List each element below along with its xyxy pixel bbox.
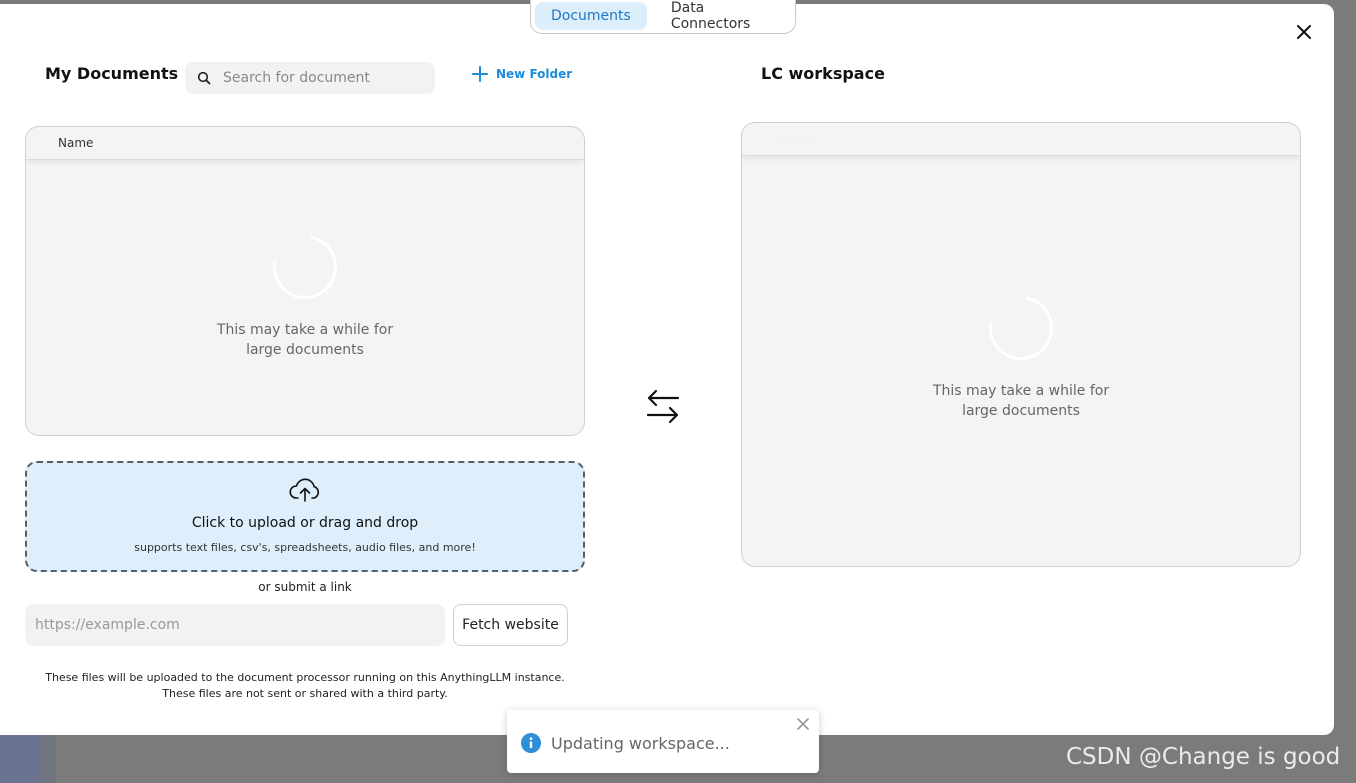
new-folder-button[interactable]: New Folder <box>472 66 572 82</box>
loading-spinner <box>260 222 350 312</box>
document-manager-modal: Documents Data Connectors My Documents S… <box>0 0 1334 735</box>
fetch-website-button[interactable]: Fetch website <box>453 604 568 646</box>
search-placeholder: Search for document <box>223 70 370 86</box>
backdrop-sidebar-item <box>0 735 40 783</box>
tab-bar: Documents Data Connectors <box>530 0 796 34</box>
loading-spinner <box>976 283 1066 373</box>
column-name-header: Name <box>58 136 94 150</box>
or-submit-link-label: or submit a link <box>258 580 352 594</box>
upload-disclaimer: These files will be uploaded to the docu… <box>45 671 565 700</box>
tab-documents[interactable]: Documents <box>535 1 647 30</box>
tab-data-connectors[interactable]: Data Connectors <box>655 0 791 32</box>
upload-sub-text: supports text files, csv's, spreadsheets… <box>134 541 476 554</box>
backdrop-sidebar <box>0 735 56 783</box>
my-documents-table-header: Name <box>26 127 584 160</box>
toast-close-icon[interactable] <box>797 718 809 730</box>
file-upload-dropzone[interactable]: Click to upload or drag and drop support… <box>25 461 585 572</box>
upload-main-text: Click to upload or drag and drop <box>191 515 419 531</box>
toast-message: Updating workspace... <box>551 734 730 753</box>
url-placeholder: https://example.com <box>35 617 180 633</box>
plus-icon <box>472 66 488 82</box>
website-url-input[interactable]: https://example.com <box>25 604 445 646</box>
workspace-title: LC workspace <box>761 64 885 83</box>
info-icon <box>521 733 541 753</box>
document-search-input[interactable]: Search for document <box>185 62 435 94</box>
loading-message: This may take a while for large document… <box>932 383 1110 419</box>
my-documents-title: My Documents <box>45 64 179 83</box>
my-documents-panel: Name This may take a while for large doc… <box>25 126 585 436</box>
cloud-upload-icon <box>289 478 320 502</box>
swap-arrows-icon[interactable] <box>646 389 680 425</box>
close-icon <box>1297 25 1311 39</box>
toast-notification: Updating workspace... <box>507 710 819 773</box>
workspace-table-header: Name <box>742 123 1300 156</box>
loading-message: This may take a while for large document… <box>216 322 394 358</box>
workspace-documents-panel: Name This may take a while for large doc… <box>741 122 1301 567</box>
watermark: CSDN @Change is good <box>1066 744 1341 770</box>
close-button[interactable] <box>1292 20 1316 44</box>
column-name-header: Name <box>779 132 815 146</box>
new-folder-label: New Folder <box>496 67 573 81</box>
search-icon <box>197 71 211 85</box>
